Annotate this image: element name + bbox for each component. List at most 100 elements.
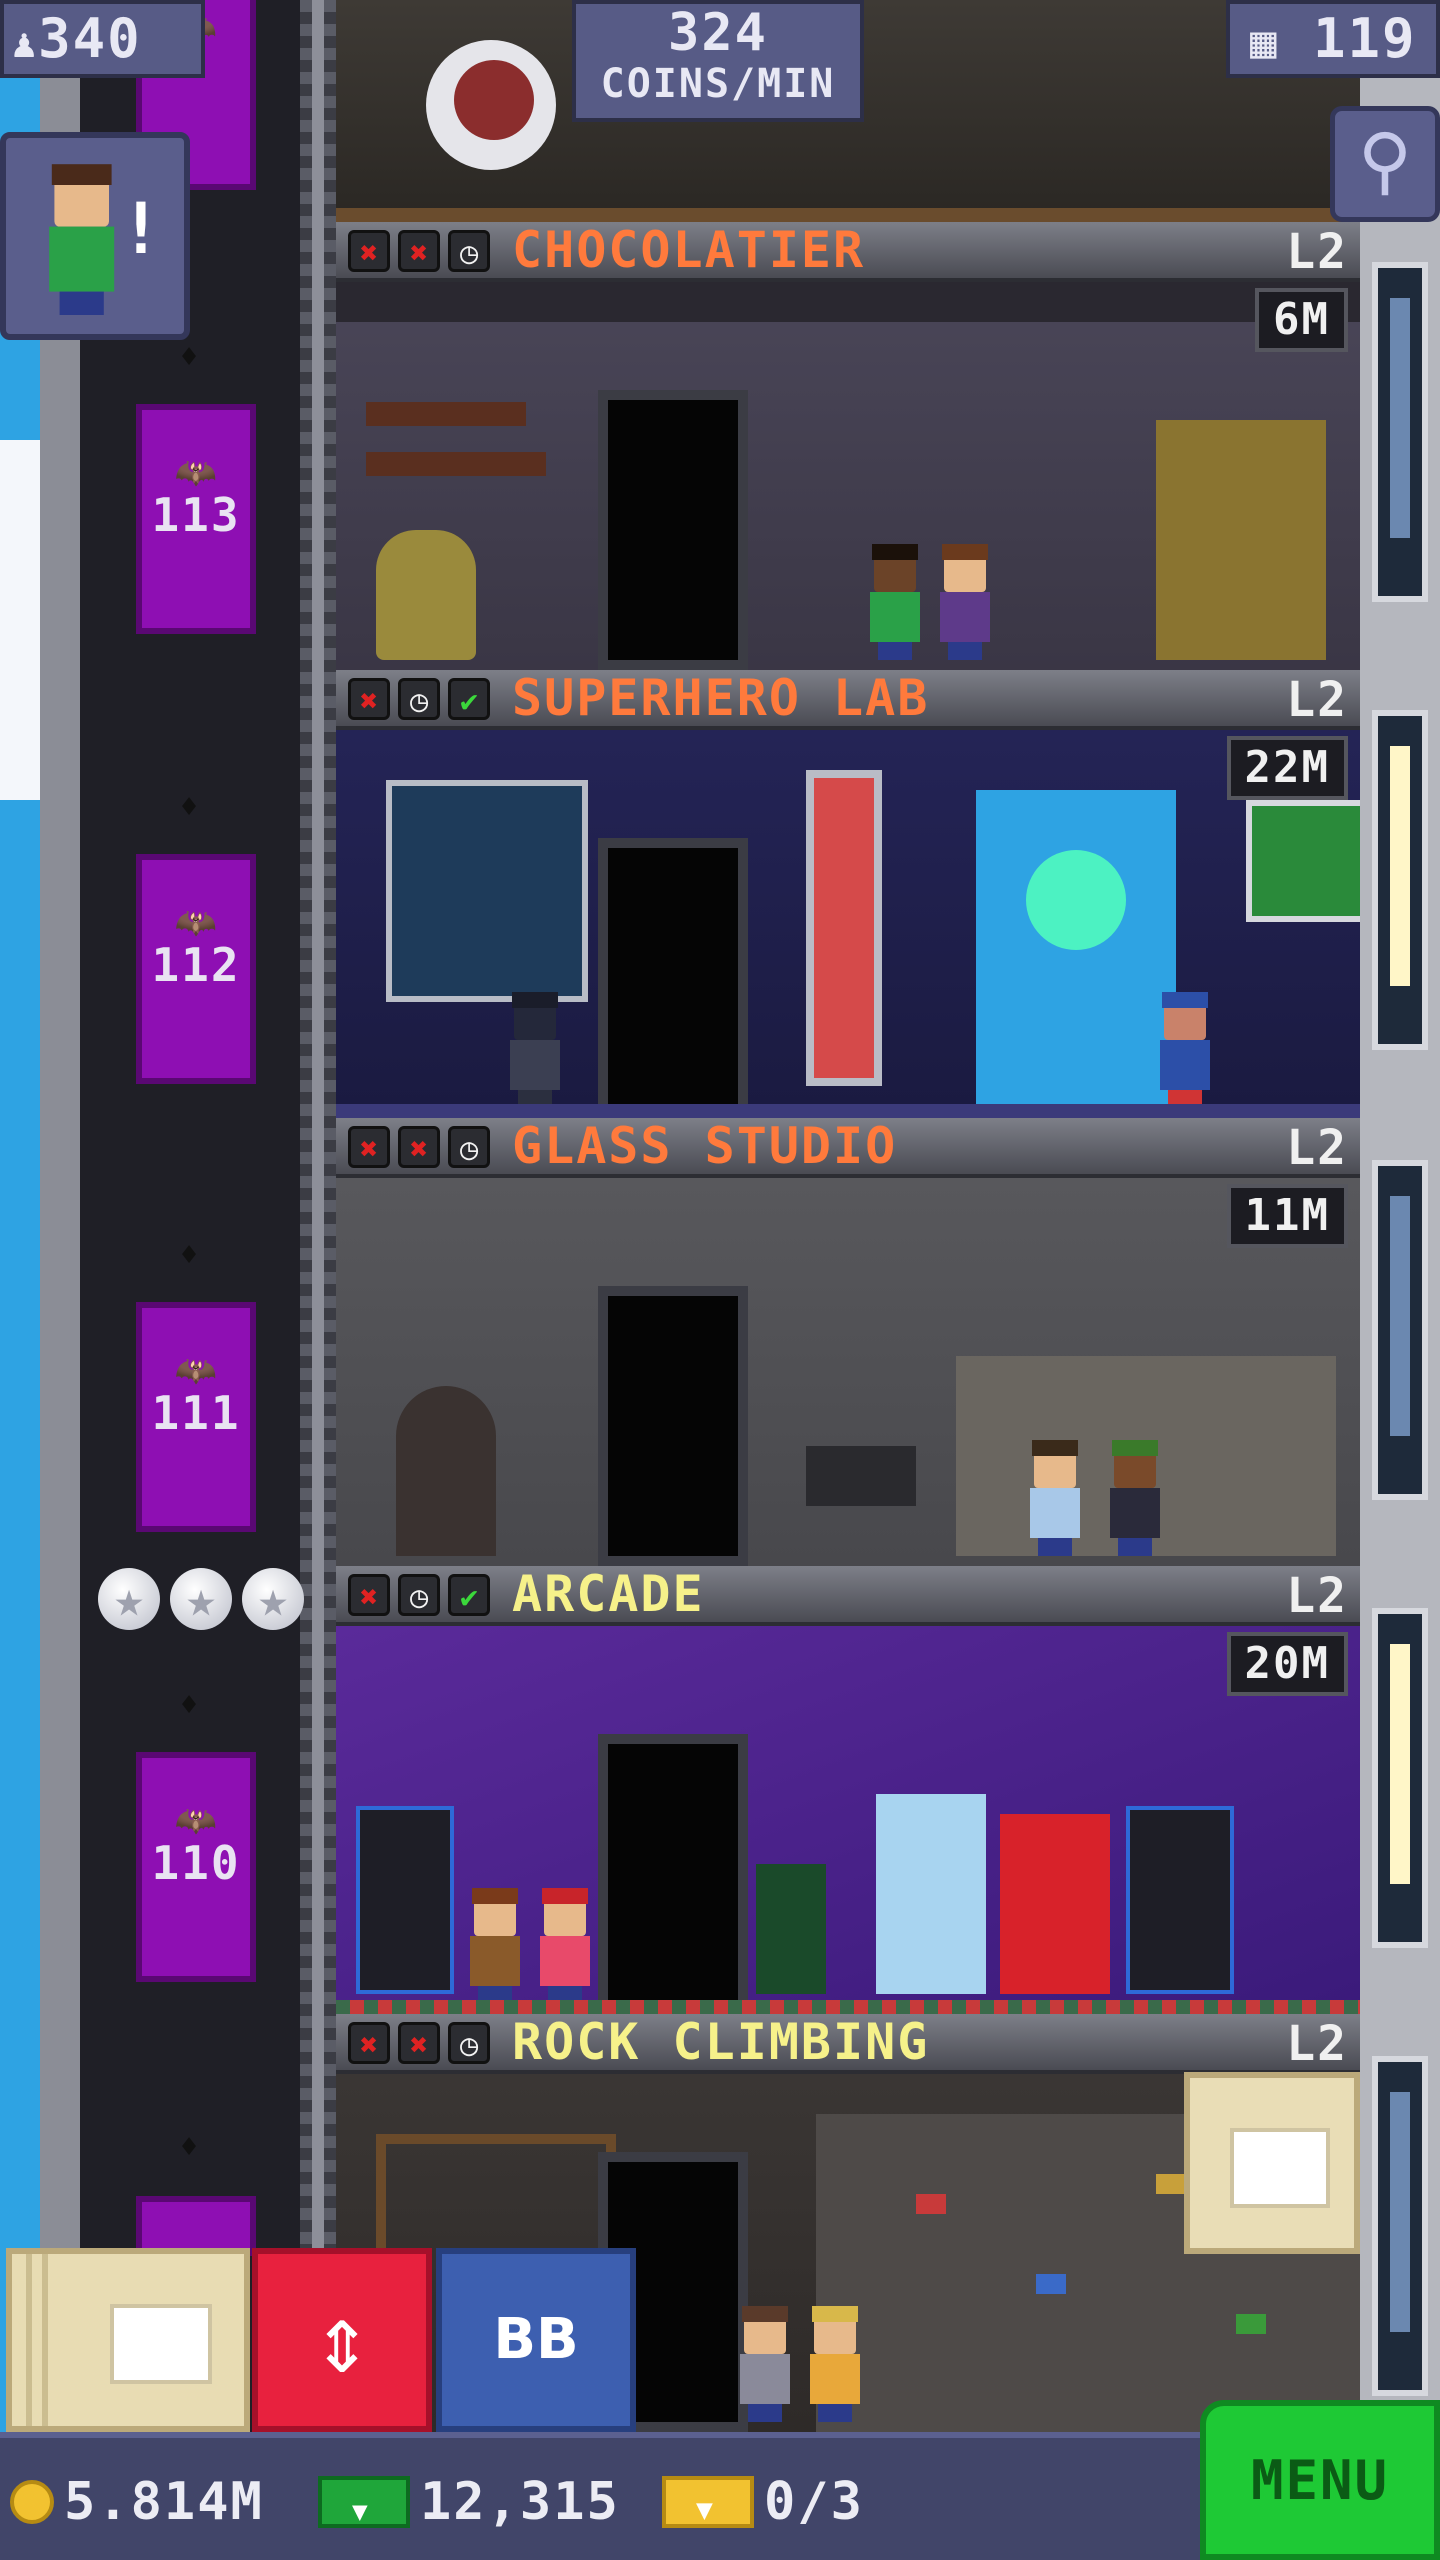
worker-avatar[interactable] [736, 2306, 794, 2422]
floor-level: L2 [1286, 672, 1348, 728]
golden-ticket-balance[interactable]: 0/3 [662, 2472, 864, 2538]
chocolate-shelf [366, 452, 546, 476]
missing-stock-icon: ✖ [348, 678, 390, 720]
clock-icon: ◷ [448, 2022, 490, 2064]
elevator-floor-marker[interactable]: 🦇 110 [136, 1752, 256, 1982]
room-superhero-lab [336, 730, 1360, 1118]
tower-window [1372, 2056, 1428, 2396]
coins-per-minute-panel: 324 COINS/MIN [572, 0, 864, 122]
restock-all-button[interactable] [6, 2248, 250, 2432]
tower-window [1372, 1608, 1428, 1948]
coins-per-minute-value: 324 [668, 3, 768, 63]
coin-value: 5.814M [64, 2472, 264, 2532]
arcade-cabinet [1126, 1806, 1234, 1994]
coin-icon [10, 2480, 54, 2524]
golden-ticket-icon [662, 2476, 754, 2538]
floor-status-icons: ✖ ◷ ✔ [348, 678, 490, 720]
star-icon: ★ [98, 1568, 160, 1630]
population-counter[interactable]: ♟340 [0, 0, 205, 78]
elevator-bell-icon: ♦ [180, 1238, 199, 1273]
worker-avatar[interactable] [936, 544, 994, 660]
restock-floor-button[interactable] [1184, 2072, 1360, 2254]
world-map [1246, 800, 1360, 922]
star-rating: ★ ★ ★ [98, 1568, 304, 1630]
floor-name: CHOCOLATIER [512, 222, 866, 279]
worker-avatar[interactable] [536, 1888, 594, 2004]
tower-window [1372, 262, 1428, 602]
floor-boards [336, 208, 1360, 222]
worker-avatar[interactable] [466, 1888, 524, 2004]
floor-income: 6M [1255, 288, 1348, 352]
hologram-screen [976, 790, 1176, 1110]
elevator-bell-icon: ♦ [180, 340, 199, 375]
clock-icon: ◷ [448, 1126, 490, 1168]
worker-avatar[interactable] [506, 992, 564, 1108]
floor-level: L2 [1286, 2016, 1348, 2072]
hero-blueprint [386, 780, 588, 1002]
floor-income: 11M [1226, 1184, 1348, 1248]
floor-status-icons: ✖ ✖ ◷ [348, 1126, 490, 1168]
up-down-arrows-icon: ⇕ [313, 2283, 371, 2395]
tool-rack [806, 1446, 916, 1506]
floor-name: ARCADE [512, 1566, 705, 1623]
elevator-door [598, 390, 748, 670]
floor-chocolatier[interactable]: ✖ ✖ ◷ CHOCOLATIER L2 6M [336, 222, 1360, 670]
worker-avatar[interactable] [1156, 992, 1214, 1108]
bat-icon: 🦇 [174, 903, 218, 943]
worker-avatar[interactable] [866, 544, 924, 660]
room-glass-studio [336, 1178, 1360, 1566]
elevator-floor-marker[interactable]: 🦇 113 [136, 404, 256, 634]
elevator-door [598, 838, 748, 1118]
bat-icon: 🦇 [174, 1351, 218, 1391]
floor-header: ✖ ✖ ◷ CHOCOLATIER L2 [336, 222, 1360, 282]
alert-icon: ! [119, 188, 162, 270]
clock-icon: ◷ [398, 678, 440, 720]
floor-arcade[interactable]: ✖ ◷ ✔ ARCADE L2 20M [336, 1566, 1360, 2014]
shaft-wall [40, 0, 80, 2560]
elevator-floor-marker[interactable]: 🦇 112 [136, 854, 256, 1084]
clock-icon: ◷ [398, 1574, 440, 1616]
elevator-ride-button[interactable]: ⇕ [252, 2248, 432, 2432]
chocolate-vat [376, 530, 476, 660]
floor-header: ✖ ◷ ✔ SUPERHERO LAB L2 [336, 670, 1360, 730]
floor-income: 20M [1226, 1632, 1348, 1696]
elevator-floor-number: 112 [151, 938, 241, 992]
floor-glass-studio[interactable]: ✖ ✖ ◷ GLASS STUDIO L2 11M [336, 1118, 1360, 1566]
worker-avatar[interactable] [1106, 1440, 1164, 1556]
sky-strip [0, 0, 40, 2560]
bux-balance[interactable]: 12,315 [318, 2474, 620, 2540]
worker-avatar[interactable] [806, 2306, 864, 2422]
floor-counter[interactable]: ▦ 119 [1226, 0, 1440, 78]
chocolate-shelf [366, 402, 526, 426]
coins-per-minute-label: COINS/MIN [600, 61, 836, 107]
floor-name: SUPERHERO LAB [512, 670, 930, 727]
tower-window [1372, 710, 1428, 1050]
elevator-bell-icon: ♦ [180, 2130, 199, 2165]
arcade-cabinet [356, 1806, 454, 1994]
floor-status-icons: ✖ ✖ ◷ [348, 2022, 490, 2064]
bitbook-button[interactable]: BB [436, 2248, 636, 2432]
elevator-floor-marker[interactable]: 🦇 111 [136, 1302, 256, 1532]
ticket-value: 0/3 [764, 2472, 864, 2532]
elevator-floor-marker [136, 2196, 256, 2256]
elevator-rail [300, 0, 336, 2560]
missing-stock-icon: ✖ [348, 230, 390, 272]
missing-stock-icon: ✖ [348, 2022, 390, 2064]
stocked-check-icon: ✔ [448, 1574, 490, 1616]
elevator-bell-icon: ♦ [180, 790, 199, 825]
floor-superhero-lab[interactable]: ✖ ◷ ✔ SUPERHERO LAB L2 22M [336, 670, 1360, 1118]
floor-header: ✖ ✖ ◷ ROCK CLIMBING L2 [336, 2014, 1360, 2074]
bat-icon: 🦇 [174, 1801, 218, 1841]
room-arcade [336, 1626, 1360, 2014]
magnifier-icon[interactable]: ⚲ [1330, 106, 1440, 222]
coin-balance: 5.814M [10, 2474, 264, 2530]
claw-machine [876, 1794, 986, 1994]
elevator-shaft [80, 0, 300, 2560]
menu-button[interactable]: MENU [1200, 2400, 1440, 2560]
missing-stock-icon: ✖ [348, 1574, 390, 1616]
visitor-notification-button[interactable]: ! [0, 132, 190, 340]
worker-avatar[interactable] [1026, 1440, 1084, 1556]
star-icon: ★ [242, 1568, 304, 1630]
floor-income: 22M [1226, 736, 1348, 800]
elevator-floor-number: 113 [151, 488, 241, 542]
